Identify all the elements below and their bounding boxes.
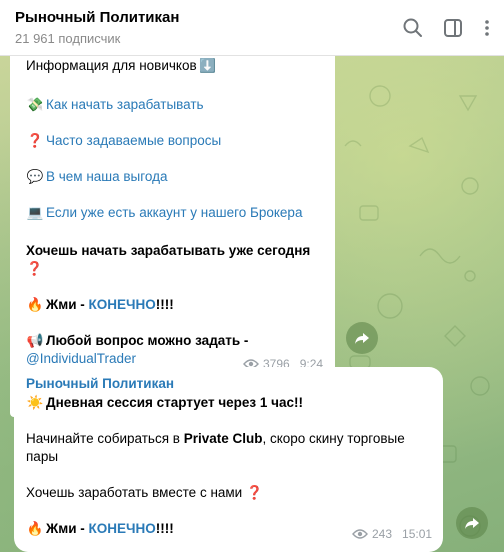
gather-line-2: пары [26,449,59,464]
message-author[interactable]: Рыночный Политикан [26,375,174,393]
view-count: 243 [372,527,393,541]
more-vertical-icon[interactable] [475,16,499,40]
gather-line: Начинайте собираться в Private Club, ско… [26,431,405,446]
message-intro: Информация для новичков ⬇️ [26,58,217,73]
message-bubble[interactable]: Информация для новичков ⬇️ 💸 Как начать за… [10,56,335,417]
konechno-link[interactable]: КОНЕЧНО [88,297,155,312]
press-line: 🔥 Жми - КОНЕЧНО!!!! [26,297,174,312]
channel-title[interactable]: Рыночный Политикан [15,9,179,26]
message-meta: 243 15:01 [352,525,432,543]
message-time: 15:01 [402,527,433,541]
link-how-to-earn[interactable]: 💸 Как начать зарабатывать [26,96,204,114]
share-arrow-icon[interactable] [346,322,378,354]
question-line: 📢 Любой вопрос можно задать - [26,333,249,348]
sidebar-toggle-icon[interactable] [441,16,465,40]
chat-area[interactable]: Информация для новичков ⬇️ 💸 Как начать за… [0,56,504,552]
subscriber-count: 21 961 подписчик [15,31,121,46]
trader-handle-link[interactable]: @IndividualTrader [26,350,136,368]
earn-line: Хочешь заработать вместе с нами ❓ [26,485,263,500]
share-arrow-icon[interactable] [456,507,488,539]
search-icon[interactable] [401,16,425,40]
chat-header: Рыночный Политикан 21 961 подписчик [0,0,504,56]
cta-text: Хочешь начать зарабатывать уже сегодня [26,243,311,258]
konechno-link[interactable]: КОНЕЧНО [88,521,155,536]
eye-icon [352,529,368,539]
link-existing-account[interactable]: 💻 Если уже есть аккаунт у нашего Брокера [26,204,303,222]
session-line: ☀️ Дневная сессия стартует через 1 час!! [26,395,303,410]
link-our-benefit[interactable]: 💬 В чем наша выгода [26,168,168,186]
press-line: 🔥 Жми - КОНЕЧНО!!!! [26,521,174,536]
link-faq[interactable]: ❓ Часто задаваемые вопросы [26,132,222,150]
question-mark-icon: ❓ [26,261,43,276]
message-bubble[interactable]: Рыночный Политикан ☀️ Дневная сессия стар… [14,367,443,552]
